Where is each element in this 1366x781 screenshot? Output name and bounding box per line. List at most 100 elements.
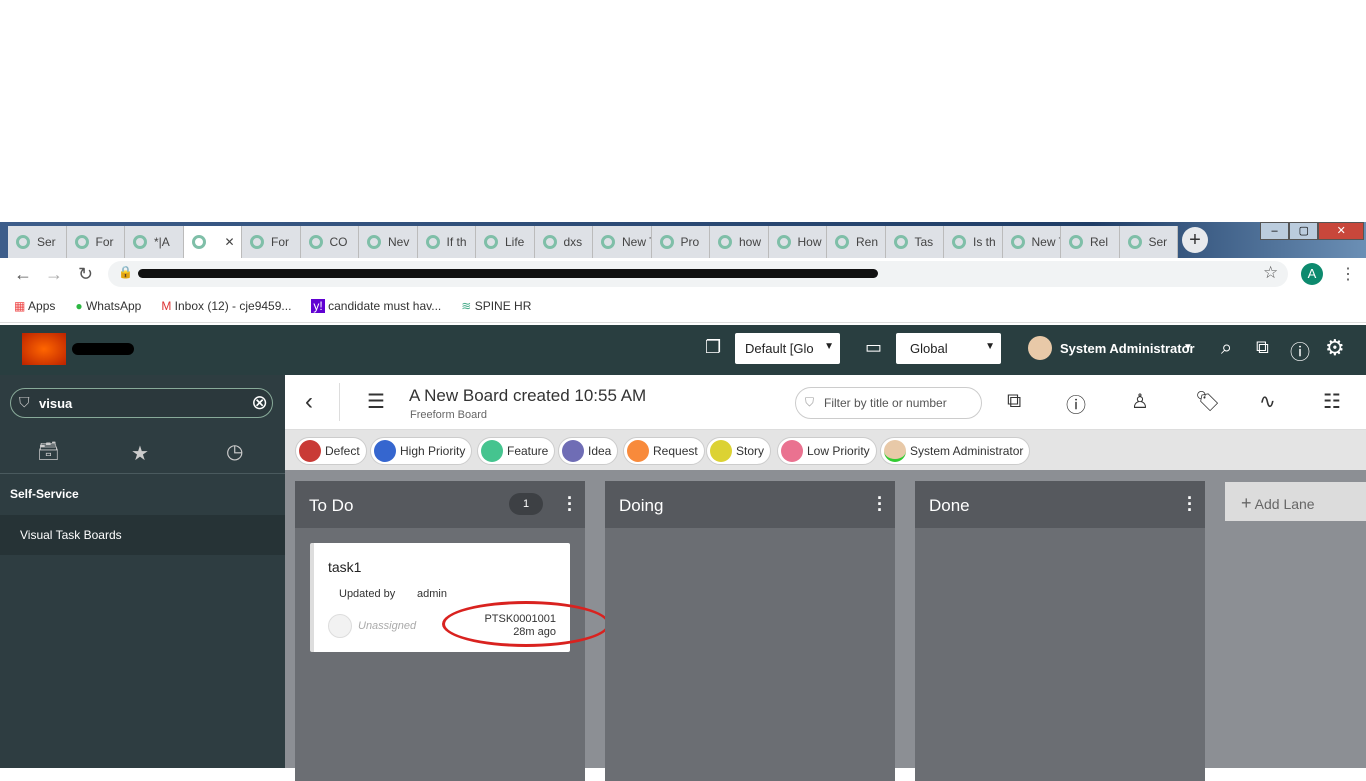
label-defect[interactable]: Defect: [295, 437, 367, 465]
maximize-button[interactable]: ▢: [1289, 222, 1319, 240]
search-icon[interactable]: ⌕: [1221, 337, 1232, 360]
board-header: ‹ ☰ A New Board created 10:55 AM Freefor…: [285, 375, 1366, 430]
tab-favicon-icon: [718, 235, 732, 249]
history-clock-icon[interactable]: ◷: [226, 439, 243, 464]
filter-icon: ⛉: [19, 394, 30, 410]
browser-tab[interactable]: Pro: [651, 226, 710, 258]
labels-tag-icon[interactable]: 🏷: [1195, 389, 1220, 414]
redacted-instance-name: [72, 343, 134, 355]
nav-item-visual-task-boards[interactable]: Visual Task Boards: [0, 515, 285, 555]
new-tab-button[interactable]: +: [1182, 227, 1208, 253]
forward-icon[interactable]: →: [45, 264, 63, 285]
add-lane-button[interactable]: + Add Lane: [1225, 482, 1366, 521]
label-story[interactable]: Story: [706, 437, 772, 465]
member-avatar: [884, 440, 906, 462]
tab-favicon-icon: [835, 235, 849, 249]
browser-tab[interactable]: How: [768, 226, 827, 258]
browser-tab[interactable]: Rel: [1061, 226, 1120, 258]
spine-hr-icon: ≋: [461, 299, 472, 313]
tab-favicon-icon: [308, 235, 323, 249]
user-menu-chevron-icon[interactable]: ▼: [1183, 342, 1193, 353]
bookmark-gmail[interactable]: M Inbox (12) - cje9459...: [161, 299, 291, 313]
browser-tab[interactable]: Life: [476, 226, 535, 258]
browser-tab[interactable]: New Tal: [593, 226, 652, 258]
update-set-icon[interactable]: ❐: [705, 337, 721, 358]
plus-icon: +: [1241, 493, 1252, 513]
card-updated-by: admin: [417, 588, 447, 600]
member-filter-system-administrator[interactable]: System Administrator: [880, 437, 1031, 465]
lane-menu-icon[interactable]: · · ·: [567, 489, 573, 519]
label-low-priority[interactable]: Low Priority: [777, 437, 877, 465]
bookmarks-bar: ▦ Apps ● WhatsApp M Inbox (12) - cje9459…: [0, 290, 1366, 323]
tab-favicon-icon: [893, 235, 908, 249]
browser-tab[interactable]: ✕: [183, 226, 242, 258]
navigator-filter-input[interactable]: ⛉ visua ⊗: [10, 388, 273, 418]
bookmark-star-icon[interactable]: ☆: [1263, 263, 1278, 283]
label-feature[interactable]: Feature: [477, 437, 556, 465]
reload-icon[interactable]: ↻: [78, 264, 93, 285]
list-icon[interactable]: ☰: [367, 389, 385, 414]
browser-tab[interactable]: Ser: [8, 226, 67, 258]
label-color-dot: [710, 440, 732, 462]
label-idea[interactable]: Idea: [558, 437, 619, 465]
all-apps-icon[interactable]: 🗃: [37, 441, 60, 462]
browser-tab[interactable]: Ren: [827, 226, 886, 258]
back-icon[interactable]: ←: [14, 264, 32, 285]
browser-tab[interactable]: *|A: [125, 226, 184, 258]
bookmark-spine-hr[interactable]: ≋ SPINE HR: [461, 299, 531, 313]
url-bar[interactable]: 🔒 ☆: [108, 261, 1288, 287]
browser-tab[interactable]: Tas: [885, 226, 944, 258]
card-filter-input[interactable]: ⛉ Filter by title or number: [795, 387, 982, 419]
tab-favicon-icon: [425, 235, 440, 249]
browser-tab[interactable]: CO: [300, 226, 359, 258]
back-chevron-icon[interactable]: ‹: [305, 388, 313, 416]
board-settings-sliders-icon[interactable]: ☷: [1323, 389, 1341, 414]
help-icon[interactable]: ⓘ: [1290, 336, 1310, 365]
bookmark-whatsapp[interactable]: ● WhatsApp: [75, 299, 141, 313]
label-color-dot: [627, 440, 649, 462]
card-title: task1: [328, 559, 362, 575]
application-icon[interactable]: ▭: [865, 337, 882, 358]
browser-menu-icon[interactable]: ⋮: [1340, 264, 1356, 284]
browser-tab[interactable]: For: [242, 226, 301, 258]
board-chat-icon[interactable]: ⧉: [1007, 390, 1021, 413]
browser-tab[interactable]: Is th: [944, 226, 1003, 258]
whatsapp-icon: ●: [75, 299, 83, 313]
info-icon[interactable]: ⓘ: [1066, 389, 1086, 418]
label-color-dot: [481, 440, 503, 462]
assignee-avatar[interactable]: [328, 614, 352, 638]
browser-tab[interactable]: If th: [417, 226, 476, 258]
lane-menu-icon[interactable]: · · ·: [1187, 489, 1193, 519]
domain-select[interactable]: Global ▼: [896, 333, 1001, 364]
browser-tab[interactable]: how: [710, 226, 769, 258]
profile-avatar[interactable]: A: [1301, 263, 1323, 285]
activity-icon[interactable]: ∿: [1259, 389, 1276, 414]
browser-tab[interactable]: dxs: [534, 226, 593, 258]
label-high-priority[interactable]: High Priority: [370, 437, 473, 465]
chat-icon[interactable]: ⧉: [1256, 337, 1269, 358]
browser-tab[interactable]: Ser: [1119, 226, 1178, 258]
browser-tab[interactable]: New Tal: [1002, 226, 1061, 258]
lane-menu-icon[interactable]: · · ·: [877, 489, 883, 519]
members-icon[interactable]: ♙: [1131, 389, 1149, 414]
minimize-button[interactable]: –: [1260, 222, 1290, 240]
bookmark-apps[interactable]: ▦ Apps: [14, 299, 55, 313]
favorites-star-icon[interactable]: ★: [131, 441, 149, 466]
lane-title: To Do: [309, 496, 354, 515]
servicenow-header: ❐ Default [Glo ▼ ▭ Global ▼ System Adminis…: [0, 325, 1366, 375]
gmail-icon: M: [161, 299, 172, 313]
update-set-select[interactable]: Default [Glo ▼: [735, 333, 840, 364]
tab-favicon-icon: [484, 235, 498, 249]
clear-filter-icon[interactable]: ⊗: [251, 390, 268, 415]
user-avatar[interactable]: [1028, 336, 1052, 360]
close-window-button[interactable]: ✕: [1318, 222, 1364, 240]
user-menu[interactable]: System Administrator: [1060, 341, 1195, 356]
label-request[interactable]: Request: [623, 437, 705, 465]
bookmark-yahoo[interactable]: y! candidate must hav...: [311, 299, 441, 313]
browser-tab[interactable]: Nev: [359, 226, 418, 258]
browser-tab[interactable]: For: [66, 226, 125, 258]
nav-section-self-service[interactable]: Self-Service: [10, 487, 79, 501]
tab-favicon-icon: [659, 235, 674, 249]
settings-gear-icon[interactable]: ⚙: [1325, 335, 1345, 361]
close-tab-icon[interactable]: ✕: [225, 235, 235, 249]
